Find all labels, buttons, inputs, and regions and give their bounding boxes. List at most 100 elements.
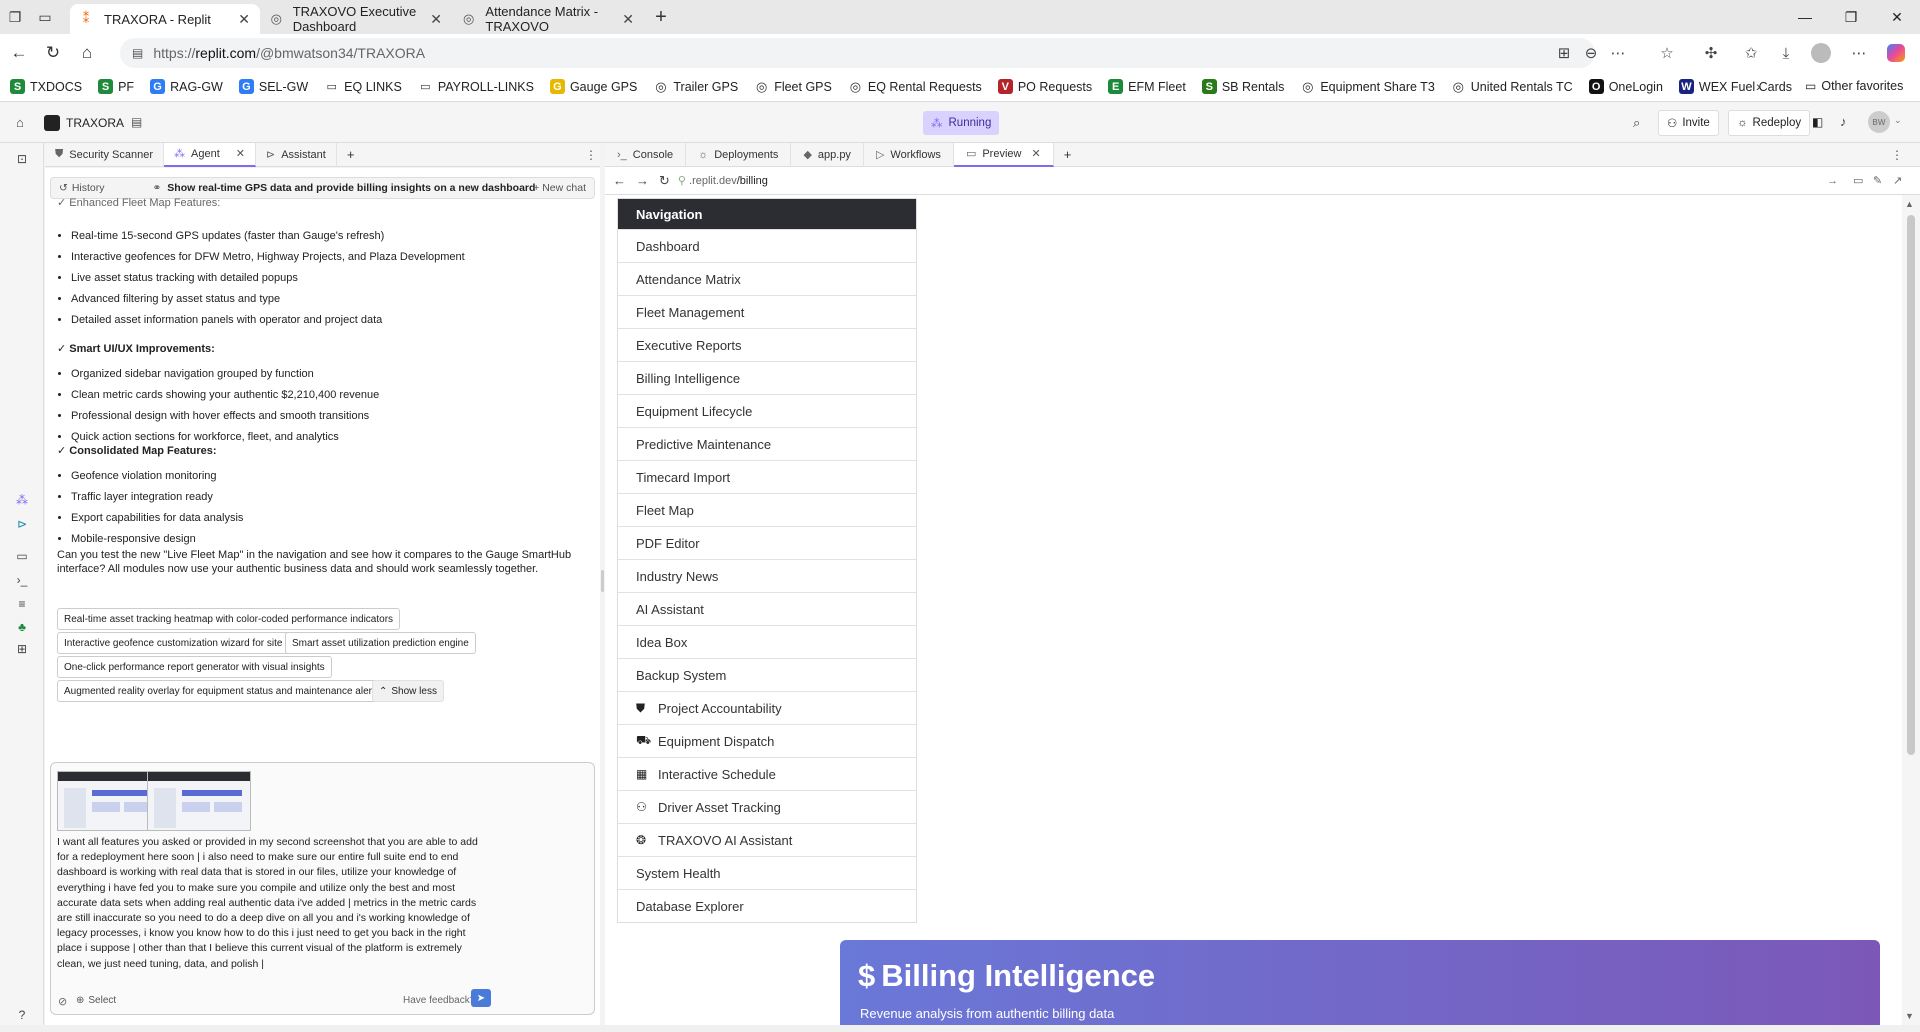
other-favorites[interactable]: ▭ Other favorites bbox=[1805, 79, 1903, 93]
bookmark-item[interactable]: V PO Requests bbox=[997, 79, 1092, 94]
nav-item-idea-box[interactable]: Idea Box bbox=[618, 625, 916, 658]
database-icon[interactable]: ≡ bbox=[12, 594, 32, 614]
home-icon[interactable]: ⌂ bbox=[16, 115, 24, 130]
preview-icon[interactable]: ▭ bbox=[12, 546, 32, 566]
notifications-icon[interactable]: ♪ bbox=[1840, 114, 1847, 129]
suggestion-chip[interactable]: Augmented reality overlay for equipment … bbox=[57, 680, 387, 702]
suggestion-chip[interactable]: Smart asset utilization prediction engin… bbox=[285, 632, 476, 654]
show-less-button[interactable]: ⌃ Show less bbox=[372, 680, 444, 702]
bookmark-item[interactable]: O OneLogin bbox=[1588, 79, 1663, 94]
feedback-link[interactable]: Have feedback? bbox=[403, 995, 475, 1006]
restore-icon[interactable]: ❐ bbox=[1828, 0, 1874, 34]
screenshot-thumbnail[interactable] bbox=[57, 771, 161, 831]
tab-assistant[interactable]: ⊳ Assistant bbox=[256, 142, 337, 167]
go-icon[interactable]: → bbox=[1827, 175, 1838, 187]
close-tab-icon[interactable]: ✕ bbox=[1031, 147, 1040, 160]
tab-workflows[interactable]: ▷ Workflows bbox=[864, 142, 954, 167]
assistant-icon[interactable]: ⊳ bbox=[12, 514, 32, 534]
redeploy-button[interactable]: ☼ Redeploy bbox=[1728, 110, 1811, 136]
bookmark-item[interactable]: W WEX Fuel Cards bbox=[1678, 79, 1792, 94]
nav-item-attendance-matrix[interactable]: Attendance Matrix bbox=[618, 262, 916, 295]
browser-tab[interactable]: ◎ Attendance Matrix - TRAXOVO ✕ bbox=[454, 4, 644, 34]
tab-agent[interactable]: ⁂ Agent ✕ bbox=[164, 142, 256, 167]
nav-item-traxovo-ai-assistant[interactable]: ❂ TRAXOVO AI Assistant bbox=[618, 823, 916, 856]
invite-button[interactable]: ⚇ Invite bbox=[1658, 110, 1719, 136]
favorite-star-icon[interactable]: ☆ bbox=[1656, 42, 1678, 64]
pane-splitter[interactable] bbox=[601, 570, 604, 592]
open-new-tab-icon[interactable]: ↗ bbox=[1893, 174, 1902, 187]
nav-item-database-explorer[interactable]: Database Explorer bbox=[618, 889, 916, 922]
url-field[interactable]: ▤ https:// replit.com /@bmwatson34/TRAXO… bbox=[120, 38, 1595, 68]
bookmark-item[interactable]: S TXDOCS bbox=[10, 79, 82, 94]
nav-item-ai-assistant[interactable]: AI Assistant bbox=[618, 592, 916, 625]
bookmark-item[interactable]: ◎ Equipment Share T3 bbox=[1300, 79, 1435, 94]
history-button[interactable]: ↺ History bbox=[59, 182, 104, 194]
console-icon[interactable]: ›_ bbox=[12, 570, 32, 590]
attach-icon[interactable]: ⊘ bbox=[58, 995, 67, 1008]
bookmark-item[interactable]: ◎ EQ Rental Requests bbox=[848, 79, 982, 94]
zoom-icon[interactable]: ⊖ bbox=[1580, 42, 1602, 64]
tab-preview[interactable]: ▭ Preview ✕ bbox=[953, 142, 1054, 167]
nav-item-equipment-dispatch[interactable]: ⛟ Equipment Dispatch bbox=[618, 724, 916, 757]
back-icon[interactable]: ← bbox=[4, 38, 34, 68]
tab-app-py[interactable]: ◆ app.py bbox=[791, 142, 864, 167]
select-button[interactable]: ⊕ Select bbox=[76, 995, 116, 1006]
nav-item-system-health[interactable]: System Health bbox=[618, 856, 916, 889]
preview-url-field[interactable]: ⚲ .replit.dev/billing bbox=[678, 174, 768, 187]
copilot-icon[interactable] bbox=[1885, 42, 1907, 64]
extensions-icon[interactable]: ✣ bbox=[1700, 42, 1722, 64]
nav-item-driver-asset-tracking[interactable]: ⚇ Driver Asset Tracking bbox=[618, 790, 916, 823]
add-tab-icon[interactable]: + bbox=[337, 143, 365, 167]
layout-icon[interactable]: ◧ bbox=[1812, 115, 1823, 129]
site-info-icon[interactable]: ▤ bbox=[132, 46, 143, 60]
scroll-down-icon[interactable]: ▼ bbox=[1905, 1011, 1914, 1021]
nav-item-timecard-import[interactable]: Timecard Import bbox=[618, 460, 916, 493]
app-available-icon[interactable]: ⊞ bbox=[1553, 42, 1575, 64]
profile-icon[interactable] bbox=[1810, 42, 1832, 64]
downloads-icon[interactable]: ⤓ bbox=[1775, 42, 1797, 64]
favorites-icon[interactable]: ✩ bbox=[1740, 42, 1762, 64]
close-tab-icon[interactable]: ✕ bbox=[236, 147, 245, 160]
bookmark-item[interactable]: ◎ Trailer GPS bbox=[653, 79, 738, 94]
deploy-icon[interactable]: ♣ bbox=[12, 617, 32, 637]
forward-icon[interactable]: → bbox=[636, 173, 649, 188]
reload-icon[interactable]: ↻ bbox=[38, 38, 68, 68]
nav-item-project-accountability[interactable]: ⛊ Project Accountability bbox=[618, 691, 916, 724]
nav-item-pdf-editor[interactable]: PDF Editor bbox=[618, 526, 916, 559]
bookmark-item[interactable]: G SEL-GW bbox=[238, 79, 308, 94]
extensions-menu-icon[interactable]: ⋯ bbox=[1607, 42, 1629, 64]
tab-console[interactable]: ›_ Console bbox=[605, 142, 687, 167]
suggestion-chip[interactable]: One-click performance report generator w… bbox=[57, 656, 332, 678]
reload-icon[interactable]: ↻ bbox=[659, 173, 670, 189]
device-icon[interactable]: ▭ bbox=[1853, 174, 1863, 187]
agent-icon[interactable]: ⁂ bbox=[12, 490, 32, 510]
suggestion-chip[interactable]: Real-time asset tracking heatmap with co… bbox=[57, 608, 401, 630]
bookmark-item[interactable]: S PF bbox=[98, 79, 134, 94]
left-pane-menu-icon[interactable]: ⋮ bbox=[585, 148, 597, 162]
browser-tab[interactable]: ⁑ TRAXORA - Replit ✕ bbox=[70, 4, 260, 34]
file-tree-icon[interactable]: ⊡ bbox=[12, 149, 32, 169]
nav-item-billing-intelligence[interactable]: Billing Intelligence bbox=[618, 361, 916, 394]
workspaces-icon[interactable]: ❐ bbox=[0, 0, 30, 34]
nav-item-fleet-map[interactable]: Fleet Map bbox=[618, 493, 916, 526]
close-window-icon[interactable]: ✕ bbox=[1874, 0, 1920, 34]
close-tab-icon[interactable]: ✕ bbox=[622, 11, 634, 28]
new-chat-button[interactable]: + New chat bbox=[533, 182, 586, 194]
bookmark-item[interactable]: ◎ Fleet GPS bbox=[754, 79, 832, 94]
back-icon[interactable]: ← bbox=[613, 173, 626, 188]
nav-item-predictive-maintenance[interactable]: Predictive Maintenance bbox=[618, 427, 916, 460]
bookmarks-overflow-icon[interactable]: › bbox=[1756, 78, 1761, 94]
scroll-up-icon[interactable]: ▲ bbox=[1905, 199, 1914, 209]
chevron-down-icon[interactable]: ⌄ bbox=[1894, 115, 1902, 126]
tab-actions-icon[interactable]: ▭ bbox=[30, 0, 60, 34]
bookmark-item[interactable]: S SB Rentals bbox=[1201, 79, 1284, 94]
nav-item-equipment-lifecycle[interactable]: Equipment Lifecycle bbox=[618, 394, 916, 427]
avatar[interactable]: BW bbox=[1868, 111, 1890, 133]
nav-item-fleet-management[interactable]: Fleet Management bbox=[618, 295, 916, 328]
new-tab-icon[interactable]: + bbox=[646, 0, 676, 34]
help-icon[interactable]: ? bbox=[12, 1005, 32, 1025]
screenshot-thumbnail[interactable] bbox=[147, 771, 251, 831]
settings-menu-icon[interactable]: ⋯ bbox=[1848, 42, 1870, 64]
all-tools-icon[interactable]: ⊞ bbox=[12, 639, 32, 659]
nav-item-interactive-schedule[interactable]: ▦ Interactive Schedule bbox=[618, 757, 916, 790]
